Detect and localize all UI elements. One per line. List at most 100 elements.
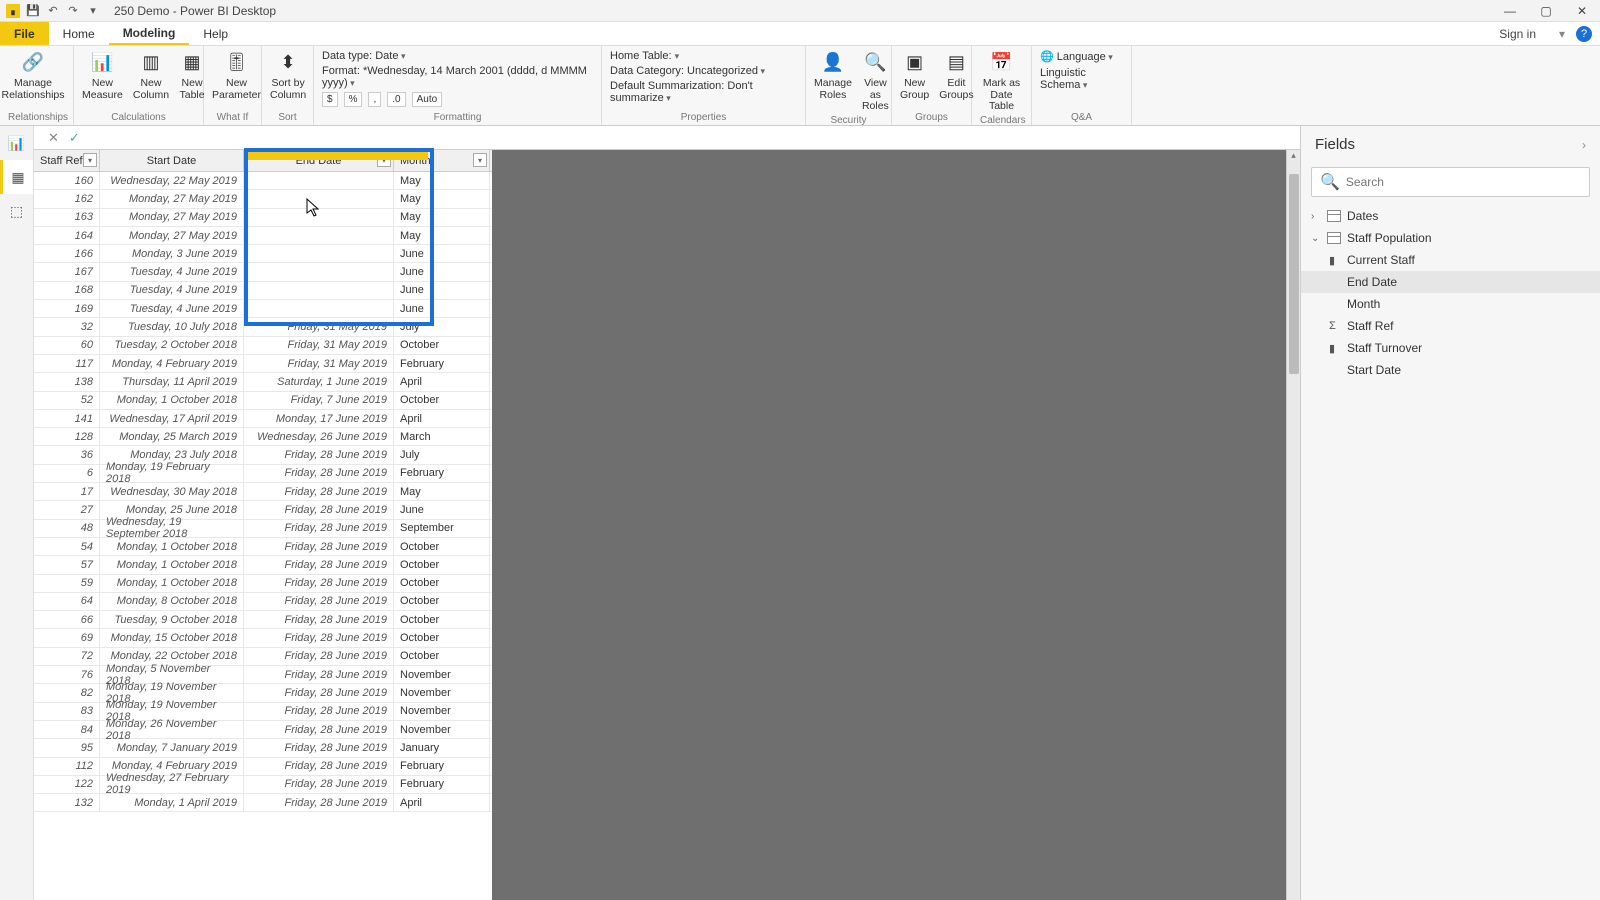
data-category-dropdown[interactable]: Data Category: Uncategorized [610, 65, 765, 77]
close-button[interactable]: ✕ [1564, 0, 1600, 22]
table-row[interactable]: 169Tuesday, 4 June 2019June [34, 300, 492, 318]
table-row[interactable]: 112Monday, 4 February 2019Friday, 28 Jun… [34, 758, 492, 776]
undo-icon[interactable]: ↶ [46, 4, 60, 18]
table-row[interactable]: 122Wednesday, 27 February 2019Friday, 28… [34, 776, 492, 794]
table-row[interactable]: 84Monday, 26 November 2018Friday, 28 Jun… [34, 721, 492, 739]
table-row[interactable]: 138Thursday, 11 April 2019Saturday, 1 Ju… [34, 373, 492, 391]
table-row[interactable]: 69Monday, 15 October 2018Friday, 28 June… [34, 629, 492, 647]
table-row[interactable]: 66Tuesday, 9 October 2018Friday, 28 June… [34, 611, 492, 629]
format-dropdown[interactable]: Format: *Wednesday, 14 March 2001 (dddd,… [322, 65, 593, 89]
maximize-button[interactable]: ▢ [1528, 0, 1564, 22]
table-row[interactable]: 164Monday, 27 May 2019May [34, 227, 492, 245]
default-summarization-dropdown[interactable]: Default Summarization: Don't summarize [610, 80, 797, 104]
mark-date-table-button[interactable]: 📅Mark as Date Table [980, 50, 1023, 113]
sort-by-column-button[interactable]: ⬍Sort by Column [270, 50, 306, 101]
table-row[interactable]: 64Monday, 8 October 2018Friday, 28 June … [34, 593, 492, 611]
table-row[interactable]: 95Monday, 7 January 2019Friday, 28 June … [34, 739, 492, 757]
edit-groups-button[interactable]: ▤Edit Groups [939, 50, 973, 101]
table-row[interactable]: 76Monday, 5 November 2018Friday, 28 June… [34, 666, 492, 684]
table-row[interactable]: 167Tuesday, 4 June 2019June [34, 263, 492, 281]
table-row[interactable]: 32Tuesday, 10 July 2018Friday, 31 May 20… [34, 318, 492, 336]
table-row[interactable]: 117Monday, 4 February 2019Friday, 31 May… [34, 355, 492, 373]
chevron-down-icon[interactable]: ▾ [1552, 24, 1572, 44]
commit-formula-icon[interactable]: ✓ [69, 130, 80, 146]
table-row[interactable]: 17Wednesday, 30 May 2018Friday, 28 June … [34, 483, 492, 501]
new-parameter-button[interactable]: 🎚New Parameter [212, 50, 261, 101]
table-node[interactable]: ⌄Staff Population [1301, 227, 1600, 249]
table-node[interactable]: ›Dates [1301, 205, 1600, 227]
tab-home[interactable]: Home [49, 22, 109, 45]
scrollbar-thumb[interactable] [1289, 174, 1299, 374]
thousands-button[interactable]: , [368, 92, 381, 107]
manage-relationships-button[interactable]: 🔗 Manage Relationships [8, 50, 58, 101]
file-tab[interactable]: File [0, 22, 49, 45]
language-dropdown[interactable]: 🌐 Language [1040, 50, 1113, 63]
table-row[interactable]: 36Monday, 23 July 2018Friday, 28 June 20… [34, 446, 492, 464]
data-grid[interactable]: Staff Ref▾ Start Date End Date▾ Month▾ 1… [34, 150, 492, 900]
new-table-button[interactable]: ▦New Table [179, 50, 205, 101]
save-icon[interactable]: 💾 [26, 4, 40, 18]
powerbi-logo-icon: ∎ [6, 4, 20, 18]
new-column-button[interactable]: ▥New Column [133, 50, 169, 101]
table-row[interactable]: 60Tuesday, 2 October 2018Friday, 31 May … [34, 337, 492, 355]
search-input[interactable] [1346, 175, 1581, 189]
help-icon[interactable]: ? [1576, 26, 1592, 42]
table-row[interactable]: 128Monday, 25 March 2019Wednesday, 26 Ju… [34, 428, 492, 446]
new-group-button[interactable]: ▣New Group [900, 50, 929, 101]
fields-search[interactable]: 🔍 [1311, 167, 1590, 197]
field-node[interactable]: Month [1301, 293, 1600, 315]
decimals-button[interactable]: .0 [387, 92, 405, 107]
redo-icon[interactable]: ↷ [66, 4, 80, 18]
filter-icon[interactable]: ▾ [473, 153, 487, 167]
field-node[interactable]: ▮Staff Turnover [1301, 337, 1600, 359]
auto-button[interactable]: Auto [412, 92, 443, 107]
currency-button[interactable]: $ [322, 92, 338, 107]
table-row[interactable]: 27Monday, 25 June 2018Friday, 28 June 20… [34, 501, 492, 519]
table-row[interactable]: 132Monday, 1 April 2019Friday, 28 June 2… [34, 794, 492, 812]
field-node[interactable]: ΣStaff Ref [1301, 315, 1600, 337]
field-node[interactable]: ▮Current Staff [1301, 249, 1600, 271]
manage-roles-button[interactable]: 👤Manage Roles [814, 50, 852, 101]
table-row[interactable]: 57Monday, 1 October 2018Friday, 28 June … [34, 556, 492, 574]
data-view-icon[interactable]: ▦ [0, 160, 33, 194]
table-row[interactable]: 52Monday, 1 October 2018Friday, 7 June 2… [34, 392, 492, 410]
table-row[interactable]: 6Monday, 19 February 2018Friday, 28 June… [34, 465, 492, 483]
model-view-icon[interactable]: ⬚ [0, 194, 33, 228]
table-row[interactable]: 168Tuesday, 4 June 2019June [34, 282, 492, 300]
table-row[interactable]: 141Wednesday, 17 April 2019Monday, 17 Ju… [34, 410, 492, 428]
table-row[interactable]: 59Monday, 1 October 2018Friday, 28 June … [34, 575, 492, 593]
formula-bar[interactable]: ✕ ✓ [34, 126, 1300, 150]
table-row[interactable]: 163Monday, 27 May 2019May [34, 209, 492, 227]
sign-in-link[interactable]: Sign in [1487, 27, 1548, 41]
table-row[interactable]: 166Monday, 3 June 2019June [34, 245, 492, 263]
field-node[interactable]: End Date [1301, 271, 1600, 293]
filter-icon[interactable]: ▾ [83, 153, 97, 167]
collapse-pane-icon[interactable]: › [1582, 138, 1586, 152]
table-row[interactable]: 162Monday, 27 May 2019May [34, 190, 492, 208]
field-node[interactable]: Start Date [1301, 359, 1600, 381]
home-table-dropdown[interactable]: Home Table: [610, 50, 679, 62]
label: New Group [900, 78, 929, 101]
column-header-start-date[interactable]: Start Date [100, 150, 244, 171]
data-type-dropdown[interactable]: Data type: Date [322, 50, 405, 62]
percent-button[interactable]: % [344, 92, 363, 107]
cell-staff-ref: 36 [34, 446, 100, 463]
table-row[interactable]: 72Monday, 22 October 2018Friday, 28 June… [34, 648, 492, 666]
linguistic-schema-dropdown[interactable]: Linguistic Schema [1040, 67, 1123, 91]
column-header-staff-ref[interactable]: Staff Ref▾ [34, 150, 100, 171]
table-row[interactable]: 48Wednesday, 19 September 2018Friday, 28… [34, 520, 492, 538]
new-measure-button[interactable]: 📊New Measure [82, 50, 123, 101]
qat-dropdown-icon[interactable]: ▾ [86, 4, 100, 18]
view-as-roles-button[interactable]: 🔍View as Roles [862, 50, 889, 113]
table-row[interactable]: 83Monday, 19 November 2018Friday, 28 Jun… [34, 703, 492, 721]
vertical-scrollbar[interactable]: ▴ [1286, 150, 1300, 900]
minimize-button[interactable]: — [1492, 0, 1528, 22]
tab-help[interactable]: Help [189, 22, 242, 45]
table-row[interactable]: 160Wednesday, 22 May 2019May [34, 172, 492, 190]
report-view-icon[interactable]: 📊 [0, 126, 33, 160]
tab-modeling[interactable]: Modeling [109, 22, 190, 45]
cell-staff-ref: 160 [34, 172, 100, 189]
table-row[interactable]: 82Monday, 19 November 2018Friday, 28 Jun… [34, 684, 492, 702]
cancel-formula-icon[interactable]: ✕ [48, 130, 59, 146]
table-row[interactable]: 54Monday, 1 October 2018Friday, 28 June … [34, 538, 492, 556]
